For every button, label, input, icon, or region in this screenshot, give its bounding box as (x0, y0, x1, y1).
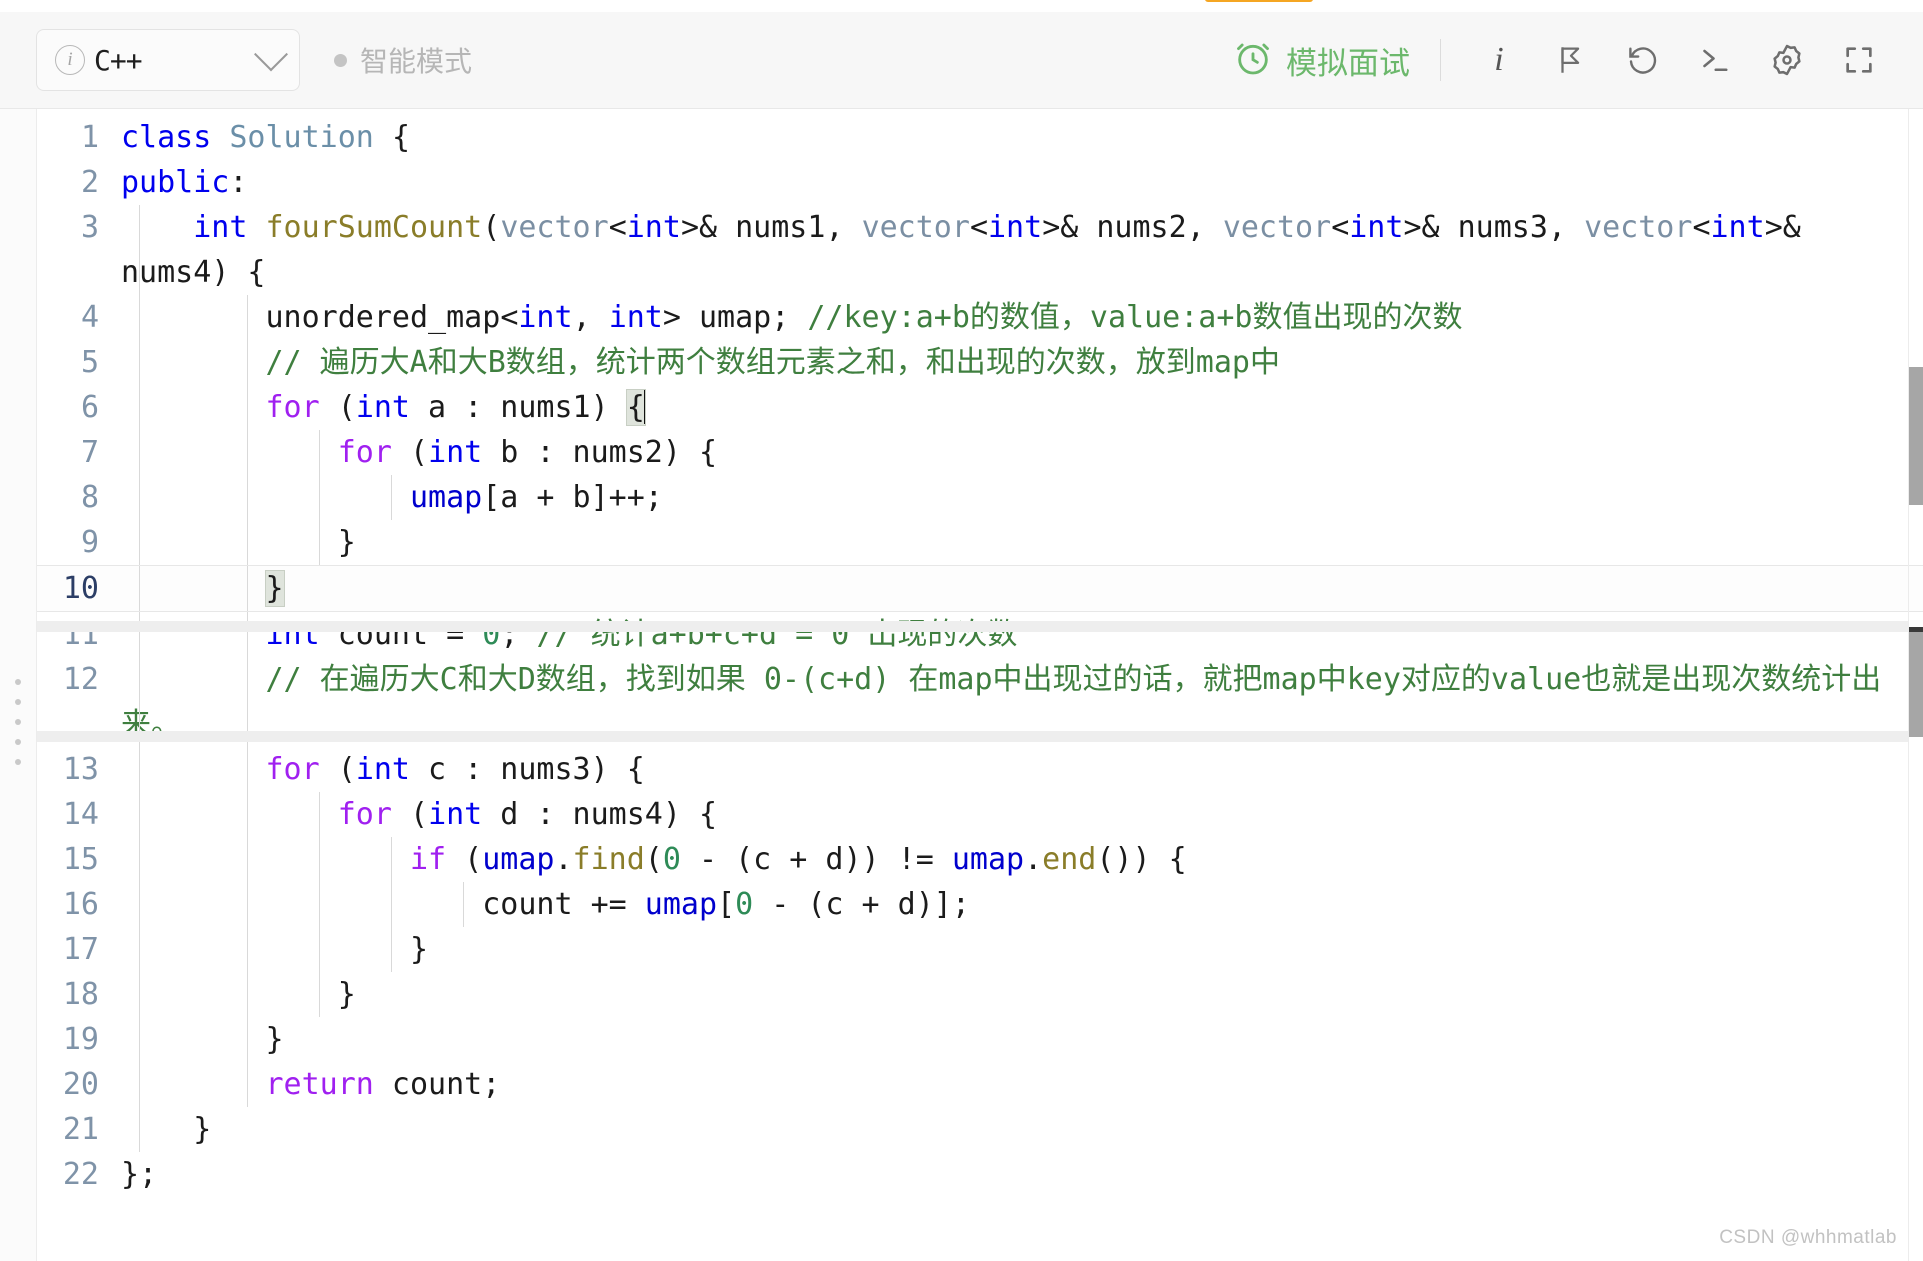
language-selector[interactable]: i C++ (36, 29, 300, 91)
language-selector-label: C++ (94, 44, 259, 77)
code-line[interactable]: 13 for (int c : nums3) { (37, 747, 1923, 792)
line-content[interactable]: class Solution { (121, 115, 1923, 160)
code-line-active[interactable]: 10 } (37, 565, 1923, 612)
code-line[interactable]: 5 // 遍历大A和大B数组，统计两个数组元素之和，和出现的次数，放到map中 (37, 340, 1923, 385)
line-content[interactable]: }; (121, 1152, 1923, 1197)
line-number: 19 (37, 1017, 121, 1062)
line-content[interactable]: for (int b : nums2) { (121, 430, 1923, 475)
line-number: 20 (37, 1062, 121, 1107)
code-scroll-container[interactable]: 1 class Solution { 2 public: 3 int fourS… (37, 109, 1923, 1261)
code-line[interactable]: 3 int fourSumCount(vector<int>& nums1, v… (37, 205, 1923, 295)
line-number: 6 (37, 385, 121, 430)
line-content[interactable]: } (121, 972, 1923, 1017)
line-number: 14 (37, 792, 121, 837)
line-number: 10 (37, 566, 121, 611)
code-line[interactable]: 11 int count = 0; // 统计a+b+c+d = 0 出现的次数 (37, 612, 1923, 657)
scroll-highlight-strip (37, 731, 1909, 742)
line-content[interactable]: } (121, 1107, 1923, 1152)
line-number: 21 (37, 1107, 121, 1152)
code-line[interactable]: 20 return count; (37, 1062, 1923, 1107)
line-number: 16 (37, 882, 121, 927)
flag-icon[interactable] (1535, 29, 1607, 91)
code-line[interactable]: 14 for (int d : nums4) { (37, 792, 1923, 837)
smart-mode-toggle[interactable]: 智能模式 (334, 40, 472, 80)
mock-interview-button[interactable]: 模拟面试 (1233, 38, 1410, 83)
fullscreen-icon[interactable] (1823, 29, 1895, 91)
toolbar-actions: 模拟面试 i (1233, 29, 1895, 91)
code-line[interactable]: 6 for (int a : nums1) { (37, 385, 1923, 430)
info-circle-icon: i (55, 45, 85, 75)
line-number: 13 (37, 747, 121, 792)
line-content[interactable]: for (int a : nums1) { (121, 385, 1923, 430)
top-strip (0, 0, 1923, 12)
line-content[interactable]: umap[a + b]++; (121, 475, 1923, 520)
code-line[interactable]: 19 } (37, 1017, 1923, 1062)
code-line[interactable]: 2 public: (37, 160, 1923, 205)
line-content[interactable]: return count; (121, 1062, 1923, 1107)
mock-interview-label: 模拟面试 (1286, 38, 1410, 83)
alarm-clock-icon (1233, 38, 1273, 83)
code-line[interactable]: 17 } (37, 927, 1923, 972)
code-line[interactable]: 7 for (int b : nums2) { (37, 430, 1923, 475)
code-surface[interactable]: 1 class Solution { 2 public: 3 int fourS… (37, 109, 1923, 1261)
line-number: 12 (37, 657, 121, 702)
code-line[interactable]: 16 count += umap[0 - (c + d)]; (37, 882, 1923, 927)
code-line[interactable]: 15 if (umap.find(0 - (c + d)) != umap.en… (37, 837, 1923, 882)
code-line[interactable]: 8 umap[a + b]++; (37, 475, 1923, 520)
line-number: 17 (37, 927, 121, 972)
drag-grip-dots (15, 679, 21, 765)
toolbar-divider (1440, 39, 1441, 81)
line-number: 22 (37, 1152, 121, 1197)
editor-toolbar: i C++ 智能模式 模拟面试 i (0, 12, 1923, 109)
watermark: CSDN @whhmatlab (1719, 1227, 1897, 1249)
line-content[interactable]: unordered_map<int, int> umap; //key:a+b的… (121, 295, 1923, 340)
tab-indicator (1205, 0, 1313, 2)
console-icon[interactable] (1679, 29, 1751, 91)
line-number: 11 (37, 612, 121, 657)
line-content[interactable]: int count = 0; // 统计a+b+c+d = 0 出现的次数 (121, 612, 1923, 657)
line-number: 18 (37, 972, 121, 1017)
status-dot-icon (334, 54, 347, 67)
line-content[interactable]: if (umap.find(0 - (c + d)) != umap.end()… (121, 837, 1923, 882)
line-number: 5 (37, 340, 121, 385)
chevron-down-icon (254, 37, 288, 71)
line-content[interactable]: // 遍历大A和大B数组，统计两个数组元素之和，和出现的次数，放到map中 (121, 340, 1923, 385)
reset-icon[interactable] (1607, 29, 1679, 91)
code-line[interactable]: 18 } (37, 972, 1923, 1017)
line-number: 7 (37, 430, 121, 475)
code-line[interactable]: 22 }; (37, 1152, 1923, 1197)
code-line[interactable]: 21 } (37, 1107, 1923, 1152)
scroll-highlight-strip (37, 621, 1909, 632)
line-number: 4 (37, 295, 121, 340)
code-editor: 1 class Solution { 2 public: 3 int fourS… (0, 109, 1923, 1261)
line-content[interactable]: int fourSumCount(vector<int>& nums1, vec… (121, 205, 1923, 295)
code-line[interactable]: 4 unordered_map<int, int> umap; //key:a+… (37, 295, 1923, 340)
code-line[interactable]: 9 } (37, 520, 1923, 565)
scrollbar-thumb-secondary[interactable] (1909, 632, 1923, 737)
line-content[interactable]: } (121, 566, 1923, 611)
code-line[interactable]: 1 class Solution { (37, 115, 1923, 160)
info-icon[interactable]: i (1463, 29, 1535, 91)
line-number: 15 (37, 837, 121, 882)
panel-resize-handle[interactable] (0, 109, 37, 1261)
line-content[interactable]: } (121, 1017, 1923, 1062)
line-number: 3 (37, 205, 121, 250)
line-number: 9 (37, 520, 121, 565)
smart-mode-label: 智能模式 (360, 40, 472, 80)
scrollbar-thumb[interactable] (1909, 367, 1923, 505)
line-content[interactable]: public: (121, 160, 1923, 205)
line-number: 1 (37, 115, 121, 160)
line-content[interactable]: for (int c : nums3) { (121, 747, 1923, 792)
line-content[interactable]: } (121, 927, 1923, 972)
line-number: 2 (37, 160, 121, 205)
line-content[interactable]: for (int d : nums4) { (121, 792, 1923, 837)
line-content[interactable]: } (121, 520, 1923, 565)
vertical-scrollbar[interactable] (1908, 109, 1923, 1261)
settings-icon[interactable] (1751, 29, 1823, 91)
line-content[interactable]: count += umap[0 - (c + d)]; (121, 882, 1923, 927)
line-number: 8 (37, 475, 121, 520)
